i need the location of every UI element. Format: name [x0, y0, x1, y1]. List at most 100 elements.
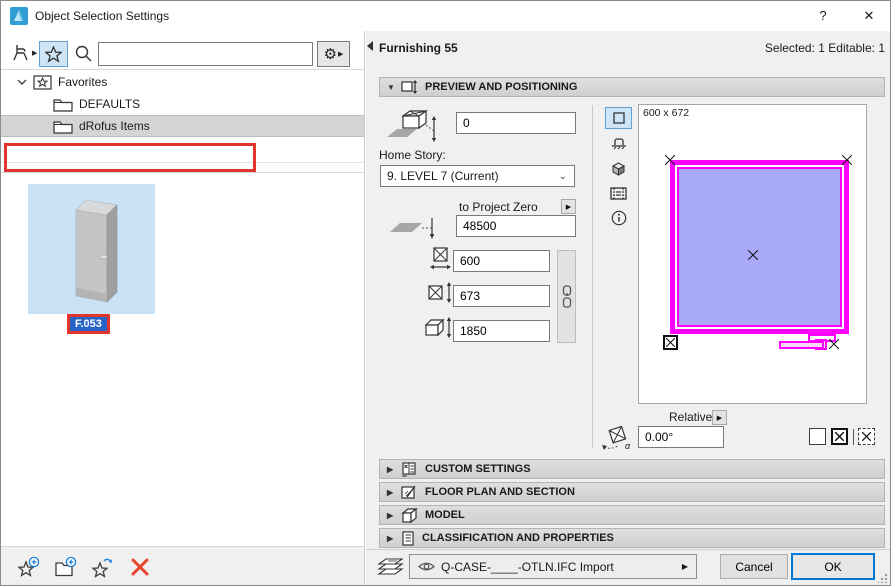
browser-toolbar: ▶ ⚙ ▶ [1, 35, 364, 69]
tree-item-defaults[interactable]: DEFAULTS [1, 93, 364, 115]
panel-title: CUSTOM SETTINGS [425, 463, 531, 475]
panel-preview-positioning[interactable]: ▼ PREVIEW AND POSITIONING [379, 77, 885, 97]
preview-mode-elevation-button[interactable] [605, 132, 632, 154]
library-browser-panel: ▶ ⚙ ▶ Favorites [1, 31, 365, 586]
height-icon [424, 317, 454, 339]
object-3d-preview[interactable] [28, 184, 155, 314]
anchor-point-dashed-button[interactable] [858, 428, 875, 445]
model-cube-icon [401, 508, 418, 523]
new-folder-button[interactable] [54, 555, 78, 579]
reference-level-flyout-button[interactable]: ▶ [561, 199, 576, 214]
project-zero-input[interactable] [456, 215, 576, 237]
add-favorite-button[interactable] [17, 555, 41, 579]
flyout-arrow-icon: ▶ [682, 562, 688, 571]
object-browser-mode-button[interactable]: ▶ [11, 43, 37, 63]
panel-title: PREVIEW AND POSITIONING [425, 81, 577, 93]
delete-favorite-button[interactable] [128, 555, 152, 579]
object-selection-settings-dialog: Object Selection Settings ? ✕ ▶ ⚙ ▶ [0, 0, 891, 586]
properties-document-icon [401, 531, 415, 546]
collapse-browser-arrow[interactable] [367, 41, 373, 51]
settings-gear-button[interactable]: ⚙ ▶ [317, 41, 350, 67]
panel-title: MODEL [425, 509, 465, 521]
object-code-badge: F.053 [67, 314, 110, 334]
depth-input[interactable] [453, 285, 550, 307]
svg-text:α: α [625, 441, 631, 451]
close-button[interactable]: ✕ [853, 5, 885, 27]
titlebar[interactable]: Object Selection Settings ? ✕ [1, 1, 890, 31]
panel-floor-plan-section[interactable]: ▶ FLOOR PLAN AND SECTION [379, 482, 885, 502]
tree-item-label: DEFAULTS [79, 97, 140, 111]
elevation-top-icon [381, 107, 443, 143]
gear-icon: ⚙ [324, 47, 337, 62]
search-mode-button[interactable] [74, 44, 94, 64]
tree-item-drofus[interactable]: dRofus Items [1, 115, 364, 137]
panel-custom-settings[interactable]: ▶ CUSTOM SETTINGS [379, 459, 885, 479]
favorites-tree: Favorites DEFAULTS dRofus Items [1, 71, 364, 137]
dialog-footer: Q-CASE-____-OTLN.IFC Import ▶ Cancel OK [366, 549, 891, 586]
width-input[interactable] [453, 250, 550, 272]
star-plus-icon [17, 556, 41, 578]
home-story-label: Home Story: [379, 148, 446, 162]
door-handle-bar [779, 341, 824, 349]
elevation-input[interactable] [456, 112, 576, 134]
elevation-icon [611, 137, 627, 150]
home-story-value: 9. LEVEL 7 (Current) [387, 169, 499, 183]
panel-model[interactable]: ▶ MODEL [379, 505, 885, 525]
window-title: Object Selection Settings [35, 9, 169, 23]
collapse-open-icon: ▼ [387, 83, 397, 92]
folder-icon [53, 119, 73, 134]
object-plan-symbol [670, 160, 849, 334]
object-name: Furnishing 55 [379, 41, 458, 55]
relative-label: Relative [669, 410, 712, 424]
flyout-arrow-icon: ▶ [338, 50, 343, 58]
info-icon [611, 210, 627, 226]
chain-icon [561, 285, 573, 309]
anchor-point-selected-button[interactable] [831, 428, 848, 445]
folder-plus-icon [54, 556, 78, 578]
help-button[interactable]: ? [809, 5, 837, 27]
redefine-favorite-button[interactable] [91, 555, 115, 579]
collapse-closed-icon: ▶ [387, 488, 397, 497]
panel-classification-properties[interactable]: ▶ CLASSIFICATION AND PROPERTIES [379, 528, 885, 548]
reference-level-label: to Project Zero [459, 200, 538, 214]
preview-mode-movie-button[interactable] [605, 182, 632, 204]
depth-icon [428, 282, 454, 304]
collapse-closed-icon: ▶ [387, 511, 397, 520]
relative-flyout-button[interactable]: ▶ [712, 410, 727, 425]
ok-button[interactable]: OK [791, 553, 875, 580]
preview-mode-2d-button[interactable] [605, 107, 632, 129]
home-story-select[interactable]: 9. LEVEL 7 (Current) ⌄ [380, 165, 575, 187]
resize-grip[interactable] [878, 573, 888, 583]
custom-settings-icon [401, 462, 418, 477]
search-input[interactable] [98, 42, 313, 66]
favorites-actions-bar [1, 546, 364, 586]
preview-mode-3d-button[interactable] [605, 157, 632, 179]
rotation-angle-input[interactable] [638, 426, 724, 448]
anchor-point-none-button[interactable] [809, 428, 826, 445]
preview-mode-info-button[interactable] [605, 207, 632, 229]
cube-3d-icon [611, 161, 626, 176]
favorites-mode-button[interactable] [39, 41, 68, 67]
2d-preview-canvas[interactable]: 600 x 672 [638, 104, 867, 404]
search-icon [74, 44, 94, 64]
splitter[interactable] [1, 172, 364, 173]
rotation-angle-icon: α [601, 425, 635, 451]
chevron-down-icon: ⌄ [559, 171, 567, 182]
layer-select[interactable]: Q-CASE-____-OTLN.IFC Import ▶ [409, 554, 697, 579]
cabinet-thumbnail [28, 184, 155, 314]
flyout-arrow-icon: ▶ [566, 203, 571, 211]
cancel-button[interactable]: Cancel [720, 554, 788, 579]
link-dimensions-button[interactable] [557, 250, 576, 343]
settings-panel: Furnishing 55 Selected: 1 Editable: 1 ▼ … [366, 31, 891, 586]
selected-hotspot-marker[interactable] [663, 335, 678, 350]
chair-icon [11, 43, 31, 63]
tree-item-favorites[interactable]: Favorites [1, 71, 364, 93]
flyout-arrow-icon: ▶ [32, 49, 37, 57]
height-input[interactable] [453, 320, 550, 342]
preview-positioning-icon [401, 80, 418, 94]
panel-title: FLOOR PLAN AND SECTION [425, 486, 575, 498]
chevron-down-icon[interactable] [17, 78, 27, 86]
preview-mode-strip [605, 107, 633, 232]
panel-title: CLASSIFICATION AND PROPERTIES [422, 532, 614, 544]
width-icon [430, 247, 452, 271]
